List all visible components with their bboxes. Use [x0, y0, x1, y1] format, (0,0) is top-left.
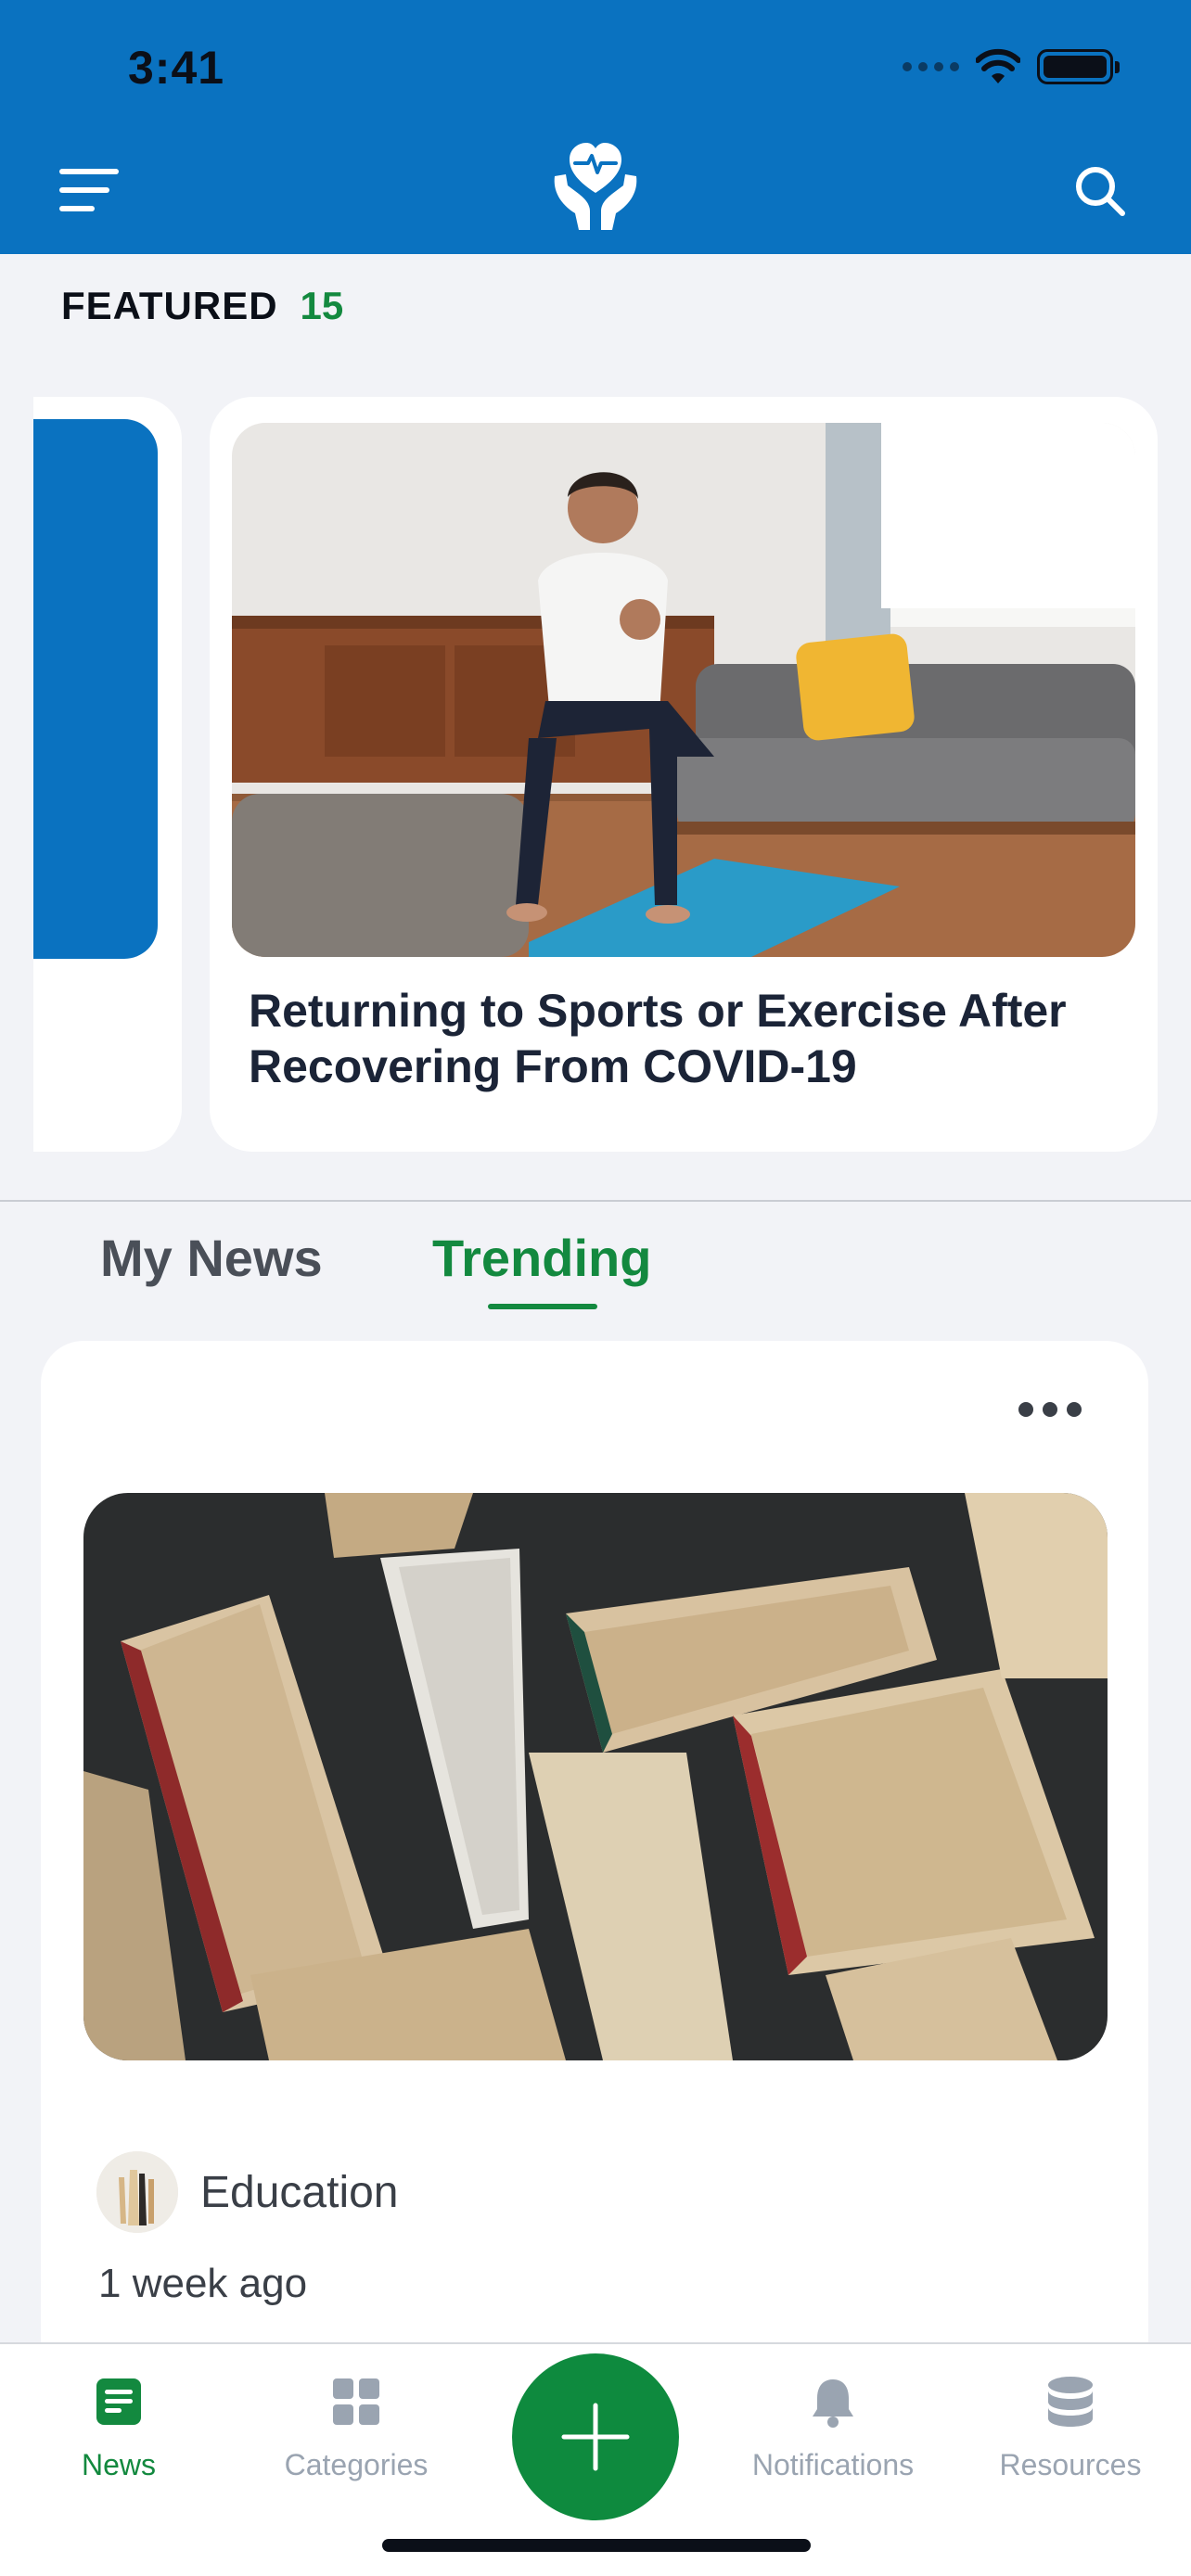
featured-card-image [232, 423, 1135, 957]
news-category-name: Education [200, 2167, 399, 2217]
dot [1018, 1402, 1033, 1417]
featured-count: 15 [300, 284, 344, 327]
featured-label: FEATURED [61, 284, 278, 327]
nav-label-categories: Categories [284, 2448, 429, 2481]
category-avatar [96, 2151, 178, 2233]
cellular-signal-icon [903, 62, 959, 71]
featured-card-previous-image [33, 419, 158, 959]
nav-item-news[interactable]: News [17, 2368, 221, 2482]
featured-card[interactable]: Returning to Sports or Exercise After Re… [210, 397, 1158, 1152]
news-card-image[interactable] [83, 1493, 1108, 2060]
nav-label-news: News [81, 2448, 156, 2481]
database-icon [1048, 2377, 1093, 2427]
active-tab-indicator [488, 1304, 597, 1309]
status-indicators [903, 46, 1120, 87]
plus-icon [561, 2403, 630, 2471]
featured-card-previous[interactable] [33, 397, 182, 1152]
news-category[interactable]: Education [96, 2151, 399, 2233]
nav-item-notifications[interactable]: Notifications [731, 2368, 935, 2482]
tab-my-news[interactable]: My News [100, 1228, 323, 1288]
home-indicator [382, 2539, 811, 2552]
document-icon [96, 2378, 141, 2425]
more-options-button[interactable] [1013, 1396, 1087, 1422]
search-icon [1076, 167, 1125, 216]
add-button[interactable] [512, 2353, 679, 2520]
nav-item-resources[interactable]: Resources [968, 2368, 1172, 2482]
search-button[interactable] [1070, 161, 1130, 221]
wifi-icon [976, 48, 1020, 85]
featured-heading: FEATURED 15 [61, 284, 343, 328]
news-timestamp: 1 week ago [98, 2261, 308, 2306]
news-card[interactable]: Education 1 week ago [41, 1341, 1148, 2379]
section-divider [0, 1200, 1191, 1202]
status-time: 3:41 [128, 42, 225, 94]
featured-card-title: Returning to Sports or Exercise After Re… [249, 985, 1067, 1092]
grid-icon [333, 2378, 379, 2425]
app-header: 3:41 [0, 0, 1191, 254]
menu-button[interactable] [59, 169, 119, 211]
nav-label-notifications: Notifications [751, 2448, 915, 2481]
dot [1067, 1402, 1082, 1417]
bell-icon [813, 2379, 853, 2428]
dot [1043, 1402, 1057, 1417]
nav-item-categories[interactable]: Categories [254, 2368, 458, 2482]
app-logo-icon [547, 139, 644, 232]
battery-icon [1037, 49, 1120, 84]
nav-label-resources: Resources [999, 2448, 1142, 2481]
tab-trending[interactable]: Trending [432, 1228, 651, 1288]
